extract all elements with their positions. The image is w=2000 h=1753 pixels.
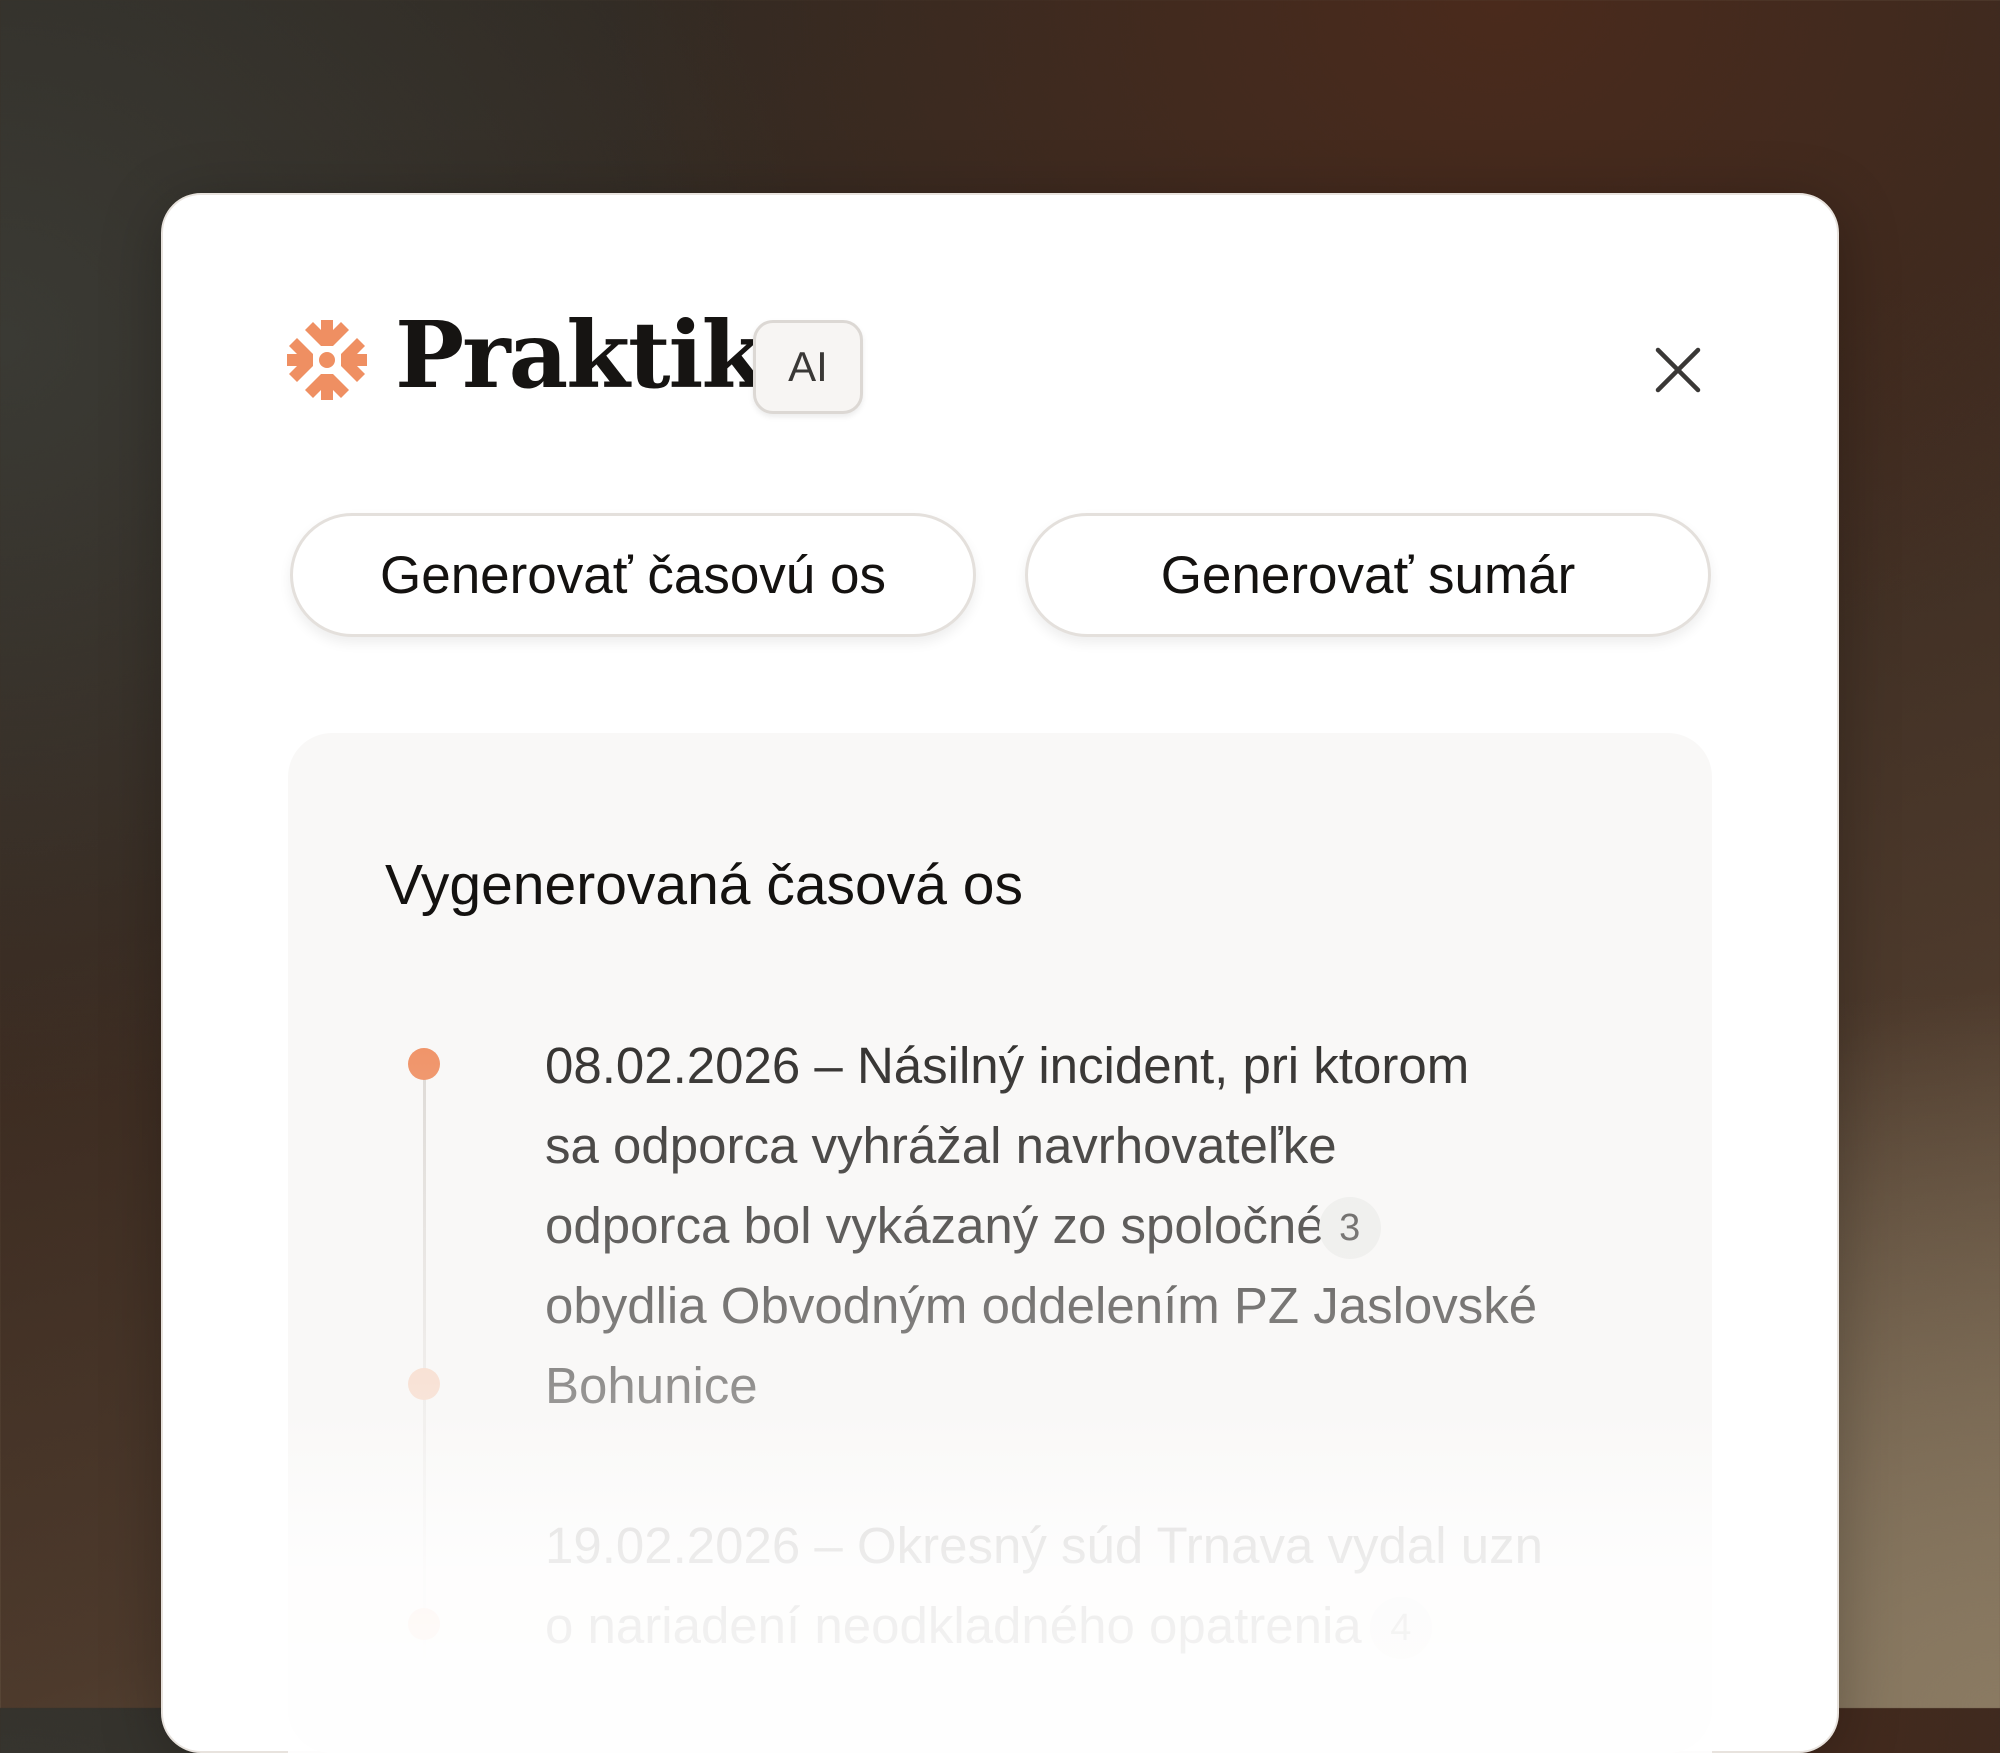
timeline-entry-text: 19.02.2026 – Okresný súd Trnava vydal uz…: [545, 1517, 1543, 1574]
close-icon[interactable]: [1650, 342, 1706, 398]
timeline-entry: 08.02.2026 – Násilný incident, pri ktoro…: [545, 1026, 1625, 1426]
citation-badge[interactable]: 4: [1369, 1596, 1432, 1659]
sunburst-logo-icon: [287, 320, 367, 400]
ai-badge: AI: [753, 320, 863, 414]
timeline-dot: [408, 1048, 440, 1080]
timeline-title: Vygenerovaná časová os: [385, 853, 1023, 917]
brand-name: Praktik: [395, 301, 765, 409]
timeline-entry-text: 08.02.2026 – Násilný incident, pri ktoro…: [545, 1037, 1470, 1094]
timeline-entry-text: o nariadení neodkladného opatrenia: [545, 1597, 1362, 1654]
generate-summary-button[interactable]: Generovať sumár: [1025, 513, 1711, 637]
timeline-entry-text: sa odporca vyhrážal navrhovateľke: [545, 1117, 1337, 1174]
timeline-line: [423, 1065, 426, 1665]
timeline-entry-text: obydlia Obvodným oddelením PZ Jaslovské: [545, 1277, 1538, 1334]
timeline-dot: [408, 1608, 440, 1640]
timeline-entry-text: Bohunice: [545, 1357, 758, 1414]
timeline-dot: [408, 1368, 440, 1400]
citation-badge[interactable]: 3: [1318, 1196, 1381, 1259]
timeline-entry-text: odporca bol vykázaný zo spoločné: [545, 1197, 1325, 1254]
timeline-entry: 19.02.2026 – Okresný súd Trnava vydal uz…: [545, 1506, 1625, 1666]
generate-timeline-button[interactable]: Generovať časovú os: [290, 513, 976, 637]
